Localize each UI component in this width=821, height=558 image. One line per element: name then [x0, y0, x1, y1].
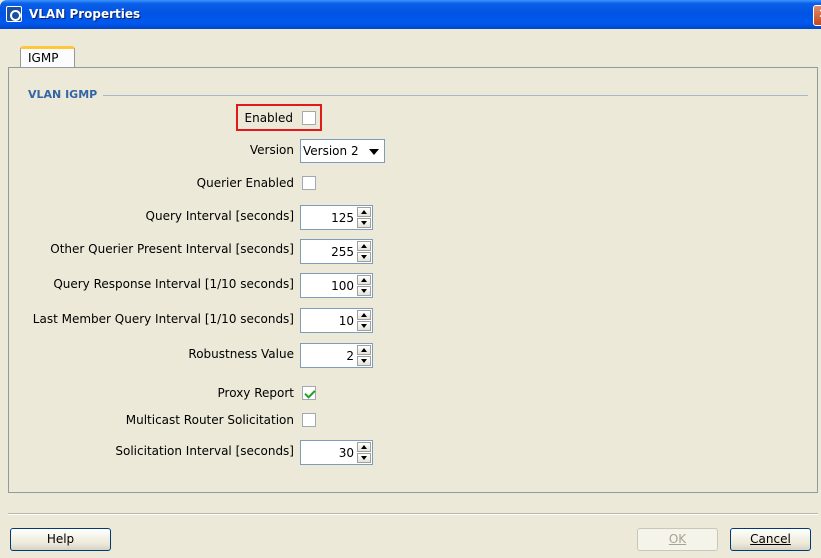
query-response-label: Query Response Interval [1/10 seconds]: [53, 277, 294, 291]
spin-up-icon[interactable]: [357, 207, 371, 217]
last-member-spinner[interactable]: 10: [300, 308, 373, 333]
ok-button[interactable]: OK: [637, 528, 718, 551]
other-querier-spinner[interactable]: 255: [300, 239, 373, 264]
version-label: Version: [249, 143, 294, 157]
spin-up-icon[interactable]: [357, 241, 371, 251]
spin-down-icon[interactable]: [357, 321, 371, 331]
querier-enabled-label: Querier Enabled: [196, 176, 294, 190]
footer-separator-highlight: [8, 514, 818, 515]
tab-igmp[interactable]: IGMP: [20, 46, 75, 68]
app-icon: [6, 6, 22, 22]
robustness-spinner[interactable]: 2: [300, 343, 373, 368]
proxy-report-checkbox[interactable]: [302, 386, 316, 400]
cancel-button[interactable]: Cancel: [730, 528, 811, 551]
solicitation-spinner[interactable]: 30: [300, 440, 373, 465]
mcast-router-label: Multicast Router Solicitation: [125, 413, 294, 427]
last-member-label: Last Member Query Interval [1/10 seconds…: [32, 312, 294, 326]
help-button[interactable]: Help: [10, 528, 111, 551]
spin-up-icon[interactable]: [357, 275, 371, 285]
solicitation-label: Solicitation Interval [seconds]: [115, 444, 294, 458]
enabled-checkbox[interactable]: [302, 111, 316, 125]
spin-up-icon[interactable]: [357, 310, 371, 320]
group-divider: [28, 95, 808, 96]
vlan-properties-dialog: VLAN Properties ✕ IGMP VLAN IGMP Enabled…: [0, 0, 821, 558]
cancel-button-label: Cancel: [750, 532, 791, 546]
spin-down-icon[interactable]: [357, 356, 371, 366]
spin-down-icon[interactable]: [357, 453, 371, 463]
solicitation-value[interactable]: 30: [339, 446, 354, 460]
enabled-label: Enabled: [244, 111, 294, 125]
close-button[interactable]: ✕: [813, 5, 821, 26]
query-interval-label: Query Interval [seconds]: [145, 209, 294, 223]
window-title: VLAN Properties: [29, 7, 141, 21]
version-select[interactable]: Version 2: [300, 139, 385, 163]
version-select-value: Version 2: [303, 144, 359, 158]
other-querier-value[interactable]: 255: [331, 245, 354, 259]
chevron-down-icon: [369, 149, 379, 155]
query-response-spinner[interactable]: 100: [300, 273, 373, 298]
query-response-value[interactable]: 100: [331, 279, 354, 293]
robustness-value[interactable]: 2: [346, 349, 354, 363]
spin-up-icon[interactable]: [357, 442, 371, 452]
ok-button-label: OK: [668, 532, 687, 546]
proxy-report-label: Proxy Report: [217, 386, 294, 400]
other-querier-label: Other Querier Present Interval [seconds]: [50, 242, 294, 256]
robustness-label: Robustness Value: [188, 347, 294, 361]
spin-down-icon[interactable]: [357, 218, 371, 228]
mcast-router-checkbox[interactable]: [302, 413, 316, 427]
spin-down-icon[interactable]: [357, 252, 371, 262]
help-button-label: Help: [46, 532, 75, 546]
last-member-value[interactable]: 10: [339, 314, 354, 328]
spin-down-icon[interactable]: [357, 286, 371, 296]
query-interval-spinner[interactable]: 125: [300, 205, 373, 230]
spin-up-icon[interactable]: [357, 345, 371, 355]
querier-enabled-checkbox[interactable]: [302, 176, 316, 190]
query-interval-value[interactable]: 125: [331, 211, 354, 225]
group-title: VLAN IGMP: [28, 88, 104, 101]
title-bar[interactable]: VLAN Properties ✕: [0, 0, 821, 29]
